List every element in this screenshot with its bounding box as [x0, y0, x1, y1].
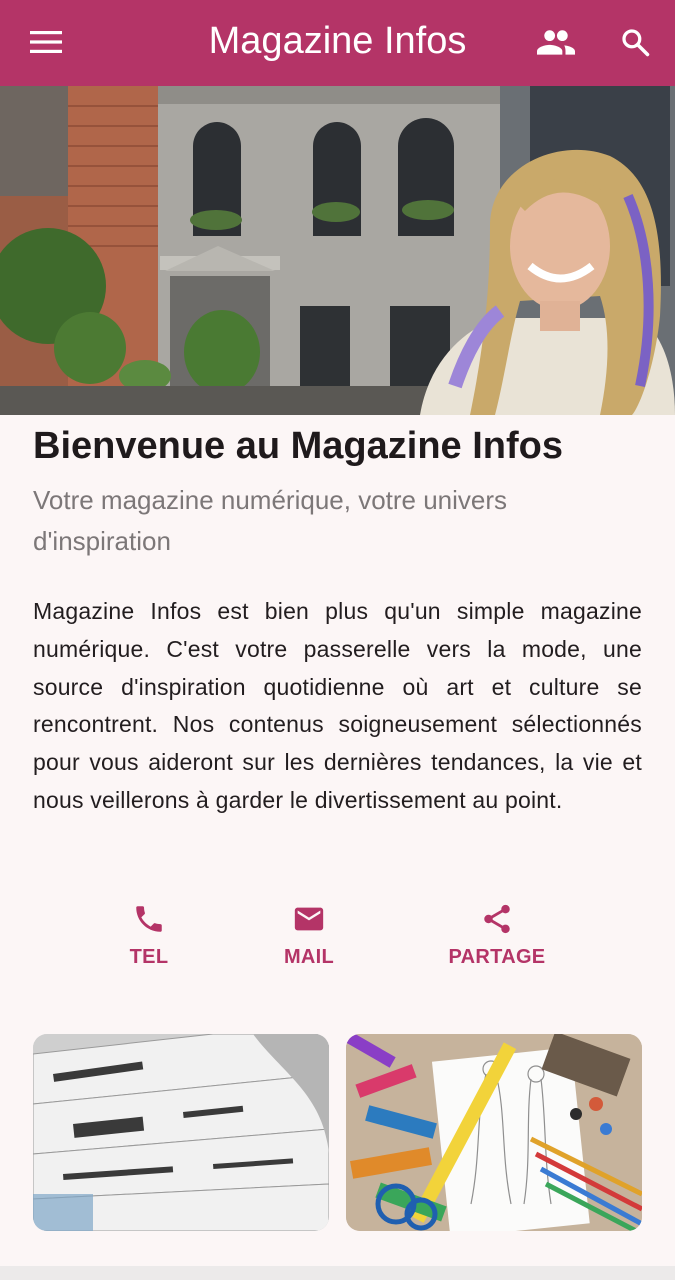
people-icon: [537, 30, 575, 55]
share-label: PARTAGE: [448, 946, 546, 968]
fashion-thumbnail[interactable]: [346, 1034, 642, 1231]
app-bar: Magazine Infos: [0, 0, 675, 86]
menu-icon: [30, 31, 62, 53]
mail-icon: [294, 907, 324, 931]
mail-label: MAIL: [283, 946, 335, 968]
mail-button[interactable]: MAIL: [270, 902, 348, 992]
share-button[interactable]: PARTAGE: [440, 902, 554, 992]
phone-icon: [136, 906, 162, 932]
page-title: Bienvenue au Magazine Infos: [33, 425, 563, 467]
hero-image: [0, 86, 675, 415]
newspapers-thumbnail[interactable]: [33, 1034, 329, 1231]
intro-paragraph: Magazine Infos est bien plus qu'un simpl…: [33, 598, 642, 813]
search-icon: [622, 29, 650, 57]
bottom-divider: [0, 1266, 675, 1280]
page-subtitle: Votre magazine numérique, votre univers …: [33, 485, 508, 556]
tel-label: TEL: [129, 946, 169, 968]
people-button[interactable]: [532, 20, 580, 64]
search-button[interactable]: [612, 20, 658, 64]
tel-button[interactable]: TEL: [110, 902, 188, 992]
menu-button[interactable]: [22, 22, 70, 62]
share-icon: [484, 904, 510, 934]
